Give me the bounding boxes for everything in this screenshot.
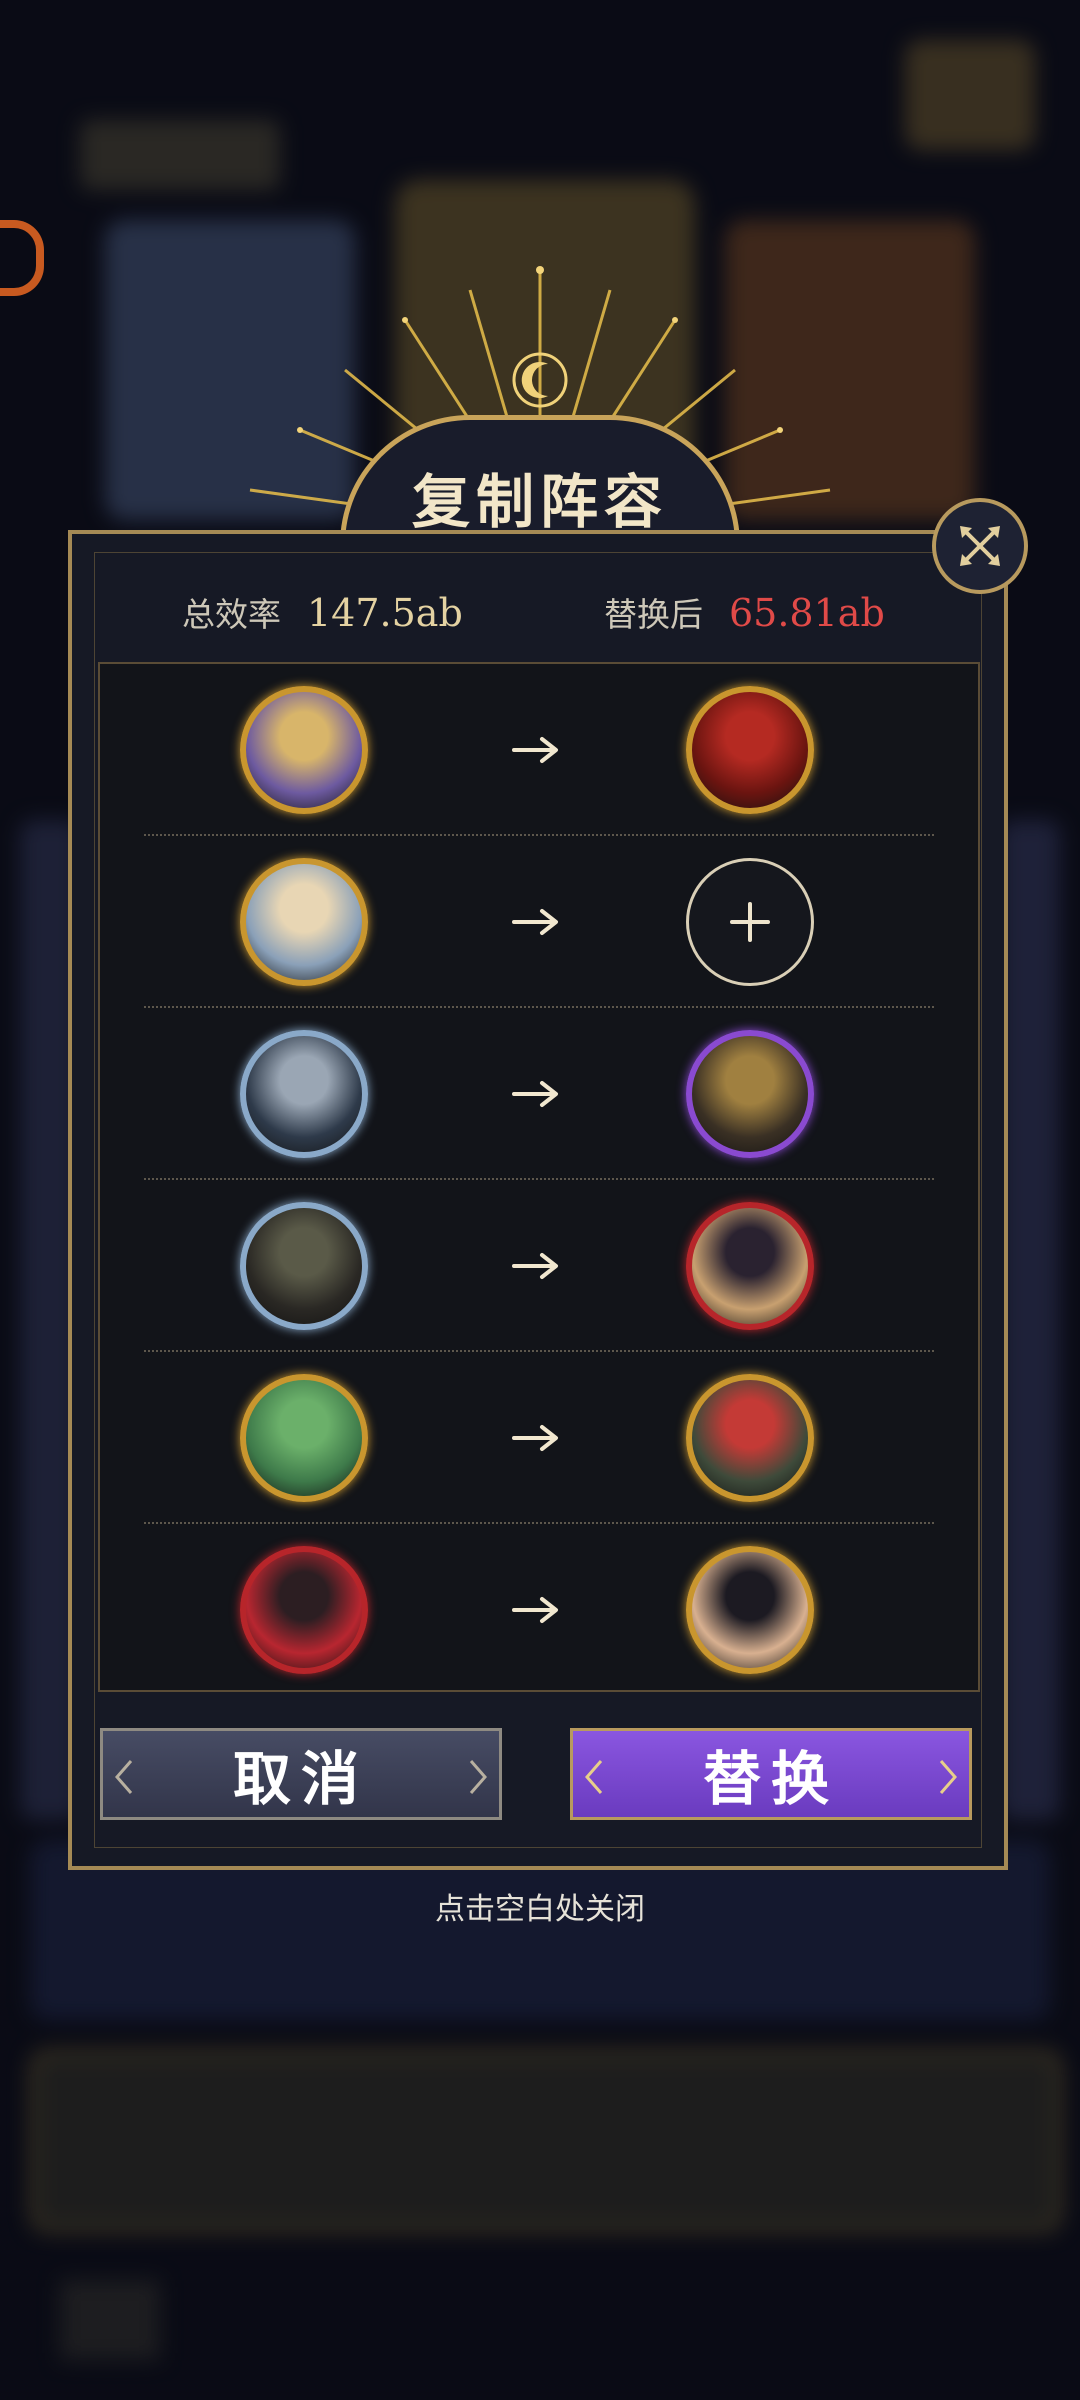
close-icon <box>960 526 1000 566</box>
side-tab-icon <box>0 220 44 296</box>
empty-hero-slot[interactable] <box>686 858 814 986</box>
replace-button[interactable]: 替换 <box>570 1728 972 1820</box>
hero-replacement-list <box>98 662 980 1692</box>
after-replace-label: 替换后 <box>604 595 703 634</box>
green-hair-glasses-hero-portrait[interactable] <box>686 1030 814 1158</box>
arrow-right-icon <box>512 909 558 935</box>
red-lion-hero-portrait[interactable] <box>240 858 368 986</box>
ornament-icon <box>115 1760 133 1794</box>
replacement-row <box>100 1008 978 1180</box>
golden-helmet-warrior-hero-portrait[interactable] <box>240 1374 368 1502</box>
close-button[interactable] <box>932 498 1028 594</box>
replace-button-label: 替换 <box>702 1745 839 1813</box>
moon-icon <box>512 352 568 408</box>
replacement-row <box>100 836 978 1008</box>
after-replace-efficiency: 替换后 65.81ab <box>604 588 885 648</box>
dark-hair-jeweled-hero-portrait[interactable] <box>686 686 814 814</box>
dialog-title: 复制阵容 <box>411 468 668 536</box>
total-efficiency-value: 147.5ab <box>307 591 463 635</box>
black-hair-flower-hero-portrait[interactable] <box>686 1546 814 1674</box>
arrow-right-icon <box>512 737 558 763</box>
blonde-curly-hair-hero-portrait[interactable] <box>240 1030 368 1158</box>
twin-dragon-riders-hero-portrait[interactable] <box>686 1202 814 1330</box>
total-efficiency-label: 总效率 <box>182 595 281 634</box>
replacement-row <box>100 1352 978 1524</box>
after-replace-value: 65.81ab <box>729 591 885 635</box>
ornament-icon <box>939 1760 957 1794</box>
total-efficiency: 总效率 147.5ab <box>182 588 463 648</box>
replacement-row <box>100 664 978 836</box>
replacement-row <box>100 1524 978 1696</box>
tap-blank-to-close-hint[interactable]: 点击空白处关闭 <box>0 1884 1080 1928</box>
ornament-icon <box>585 1760 603 1794</box>
ornament-icon <box>469 1760 487 1794</box>
dark-red-mecha-hero-portrait[interactable] <box>686 1374 814 1502</box>
silver-hair-masked-hero-portrait[interactable] <box>240 1202 368 1330</box>
arrow-right-icon <box>512 1253 558 1279</box>
arrow-right-icon <box>512 1597 558 1623</box>
arrow-right-icon <box>512 1081 558 1107</box>
cancel-button[interactable]: 取消 <box>100 1728 502 1820</box>
plus-icon <box>730 902 770 942</box>
replacement-row <box>100 1180 978 1352</box>
gold-armored-lavender-hair-hero-portrait[interactable] <box>240 686 368 814</box>
arrow-right-icon <box>512 1425 558 1451</box>
cancel-button-label: 取消 <box>232 1745 369 1813</box>
bronze-beast-hero-portrait[interactable] <box>240 1546 368 1674</box>
